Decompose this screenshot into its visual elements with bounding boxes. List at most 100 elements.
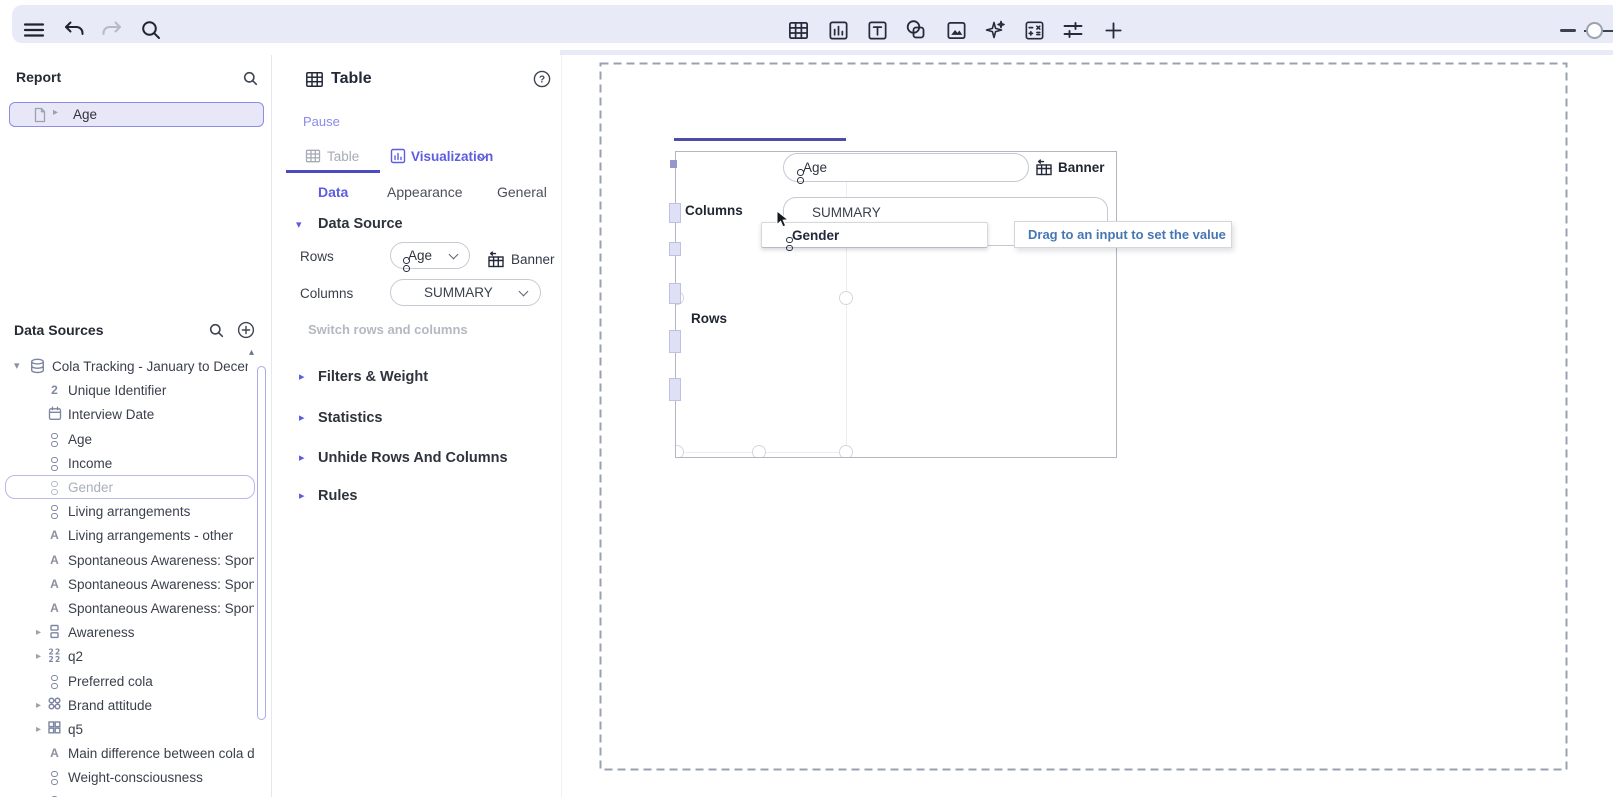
menu-icon	[22, 18, 46, 42]
add-data-source-button[interactable]	[237, 321, 255, 339]
text-variable-icon: A	[50, 528, 59, 542]
resize-handle[interactable]	[839, 291, 853, 305]
tree-item-spontaneous-awareness-3[interactable]: A Spontaneous Awareness: Sponta	[0, 597, 254, 620]
search-icon	[243, 71, 258, 86]
text-variable-icon: A	[50, 601, 59, 615]
tree-item-awareness[interactable]: ▸ Awareness	[0, 621, 254, 644]
tab-general[interactable]: General	[497, 184, 547, 200]
tree-item-q2[interactable]: ▸ 2222 q2	[0, 645, 254, 668]
zoom-out-button[interactable]	[1560, 29, 1576, 32]
svg-text:2: 2	[55, 655, 60, 663]
tree-item-weight-consciousness[interactable]: Weight-consciousness	[0, 766, 254, 789]
tree-item-living-arrangements-other[interactable]: A Living arrangements - other	[0, 524, 254, 547]
tree-item-spontaneous-awareness-2[interactable]: A Spontaneous Awareness: Sponta	[0, 573, 254, 596]
tree-item-q5[interactable]: ▸ q5	[0, 718, 254, 741]
tree-item-spontaneous-awareness-1[interactable]: A Spontaneous Awareness: Sponta	[0, 549, 254, 572]
insert-image-button[interactable]	[944, 18, 968, 42]
chevron-down-icon[interactable]: ▾	[296, 218, 302, 231]
chevron-right-icon[interactable]: ▸	[53, 107, 58, 118]
tree-item-unique-identifier[interactable]: 2 Unique Identifier	[0, 379, 254, 402]
undo-button[interactable]	[62, 18, 86, 42]
report-search-button[interactable]	[243, 71, 258, 86]
drag-ghost-label: Gender	[792, 227, 840, 243]
tree-item-preferred-cola[interactable]: Preferred cola	[0, 670, 254, 693]
section-filters-weight[interactable]: Filters & Weight	[318, 369, 428, 385]
tree-scrollbar[interactable]	[257, 366, 266, 720]
chevron-right-icon[interactable]: ▸	[36, 699, 41, 712]
drag-ghost-gender[interactable]: Gender	[761, 222, 988, 248]
tree-item-cola-tracking[interactable]: ▾ Cola Tracking - January to Decemb	[0, 355, 254, 378]
redo-button[interactable]	[100, 18, 124, 42]
dropzone-rows-input[interactable]: Age	[783, 153, 1029, 182]
panel-divider	[271, 55, 272, 797]
panel-divider	[561, 55, 562, 797]
chevron-right-icon[interactable]: ▸	[36, 650, 41, 663]
table-row-sliver	[669, 283, 681, 304]
undo-icon	[62, 18, 86, 42]
rows-dropdown-value: Age	[408, 248, 433, 263]
resize-handle[interactable]	[752, 445, 766, 457]
add-button[interactable]	[1101, 18, 1125, 42]
scroll-up-arrow-icon[interactable]: ▴	[249, 347, 254, 358]
rows-label: Rows	[300, 249, 334, 264]
resize-handle[interactable]	[676, 445, 684, 457]
text-variable-icon: A	[50, 746, 59, 760]
insert-text-button[interactable]	[865, 18, 889, 42]
chevron-right-icon[interactable]: ▸	[36, 626, 41, 639]
menu-button[interactable]	[22, 18, 46, 42]
report-panel-title: Report	[16, 69, 62, 85]
filter-sliders-icon	[1061, 18, 1085, 42]
tree-item-age[interactable]: Age	[0, 428, 254, 451]
chevron-right-icon[interactable]: ▸	[299, 489, 305, 502]
report-item-age[interactable]: ▸ Age	[9, 102, 264, 127]
banner-button[interactable]	[486, 251, 506, 269]
insert-table-button[interactable]	[786, 18, 810, 42]
banner-icon	[1034, 159, 1054, 177]
insert-chart-button[interactable]	[826, 18, 850, 42]
data-sources-search-button[interactable]	[209, 323, 224, 338]
columns-label: Columns	[300, 286, 354, 301]
help-button[interactable]: ?	[533, 70, 551, 88]
chevron-right-icon[interactable]: ▸	[36, 723, 41, 736]
mode-table-toggle[interactable]: Table	[327, 149, 359, 164]
tree-item-interview-date[interactable]: Interview Date	[0, 403, 254, 426]
section-unhide-rows-columns[interactable]: Unhide Rows And Columns	[318, 450, 508, 466]
rows-dropdown[interactable]: Age	[390, 242, 470, 269]
insert-calculation-button[interactable]	[1022, 18, 1046, 42]
chevron-right-icon[interactable]: ▸	[299, 370, 305, 383]
cursor-icon	[775, 210, 790, 228]
insert-calculation-icon	[1023, 19, 1046, 42]
toolbar-search-button[interactable]	[139, 18, 163, 42]
insert-shape-button[interactable]	[904, 18, 928, 42]
banner-icon	[486, 251, 506, 269]
filter-controls-button[interactable]	[1061, 18, 1085, 42]
banner-button-label[interactable]: Banner	[511, 252, 555, 267]
add-data-source-icon	[237, 321, 255, 339]
ai-assistant-button[interactable]	[983, 18, 1007, 42]
section-rules[interactable]: Rules	[318, 488, 358, 504]
zoom-slider-handle[interactable]	[1586, 22, 1603, 39]
columns-dropdown[interactable]: SUMMARY	[390, 279, 541, 306]
resize-handle[interactable]	[839, 445, 853, 457]
top-toolbar	[12, 5, 1613, 43]
tree-item-income[interactable]: Income	[0, 452, 254, 475]
tree-item-brand-attitude[interactable]: ▸ Brand attitude	[0, 694, 254, 717]
nominal-variable-icon	[46, 503, 63, 520]
section-data-source[interactable]: Data Source	[318, 216, 403, 232]
tree-item-gender[interactable]: Gender	[0, 476, 254, 499]
dropzone-banner-button[interactable]: Banner	[1058, 160, 1105, 175]
pause-link[interactable]: Pause	[303, 114, 340, 129]
table-widget[interactable]: Rows Age Banner Columns SUMMARY Gender	[675, 151, 1117, 458]
tree-item-exercise-frequency[interactable]: Exercise frequency	[0, 791, 254, 797]
switch-rows-columns-link[interactable]: Switch rows and columns	[308, 322, 468, 337]
section-statistics[interactable]: Statistics	[318, 410, 382, 426]
nominal-variable-icon	[46, 431, 63, 448]
tab-appearance[interactable]: Appearance	[387, 184, 463, 200]
tree-item-living-arrangements[interactable]: Living arrangements	[0, 500, 254, 523]
tree-item-main-difference[interactable]: A Main difference between cola dr	[0, 742, 254, 765]
chevron-right-icon[interactable]: ▸	[299, 451, 305, 464]
binary-grid-icon	[46, 721, 63, 734]
chevron-down-icon[interactable]: ▾	[14, 360, 20, 373]
chevron-right-icon[interactable]: ▸	[299, 411, 305, 424]
tab-data[interactable]: Data	[318, 184, 348, 200]
